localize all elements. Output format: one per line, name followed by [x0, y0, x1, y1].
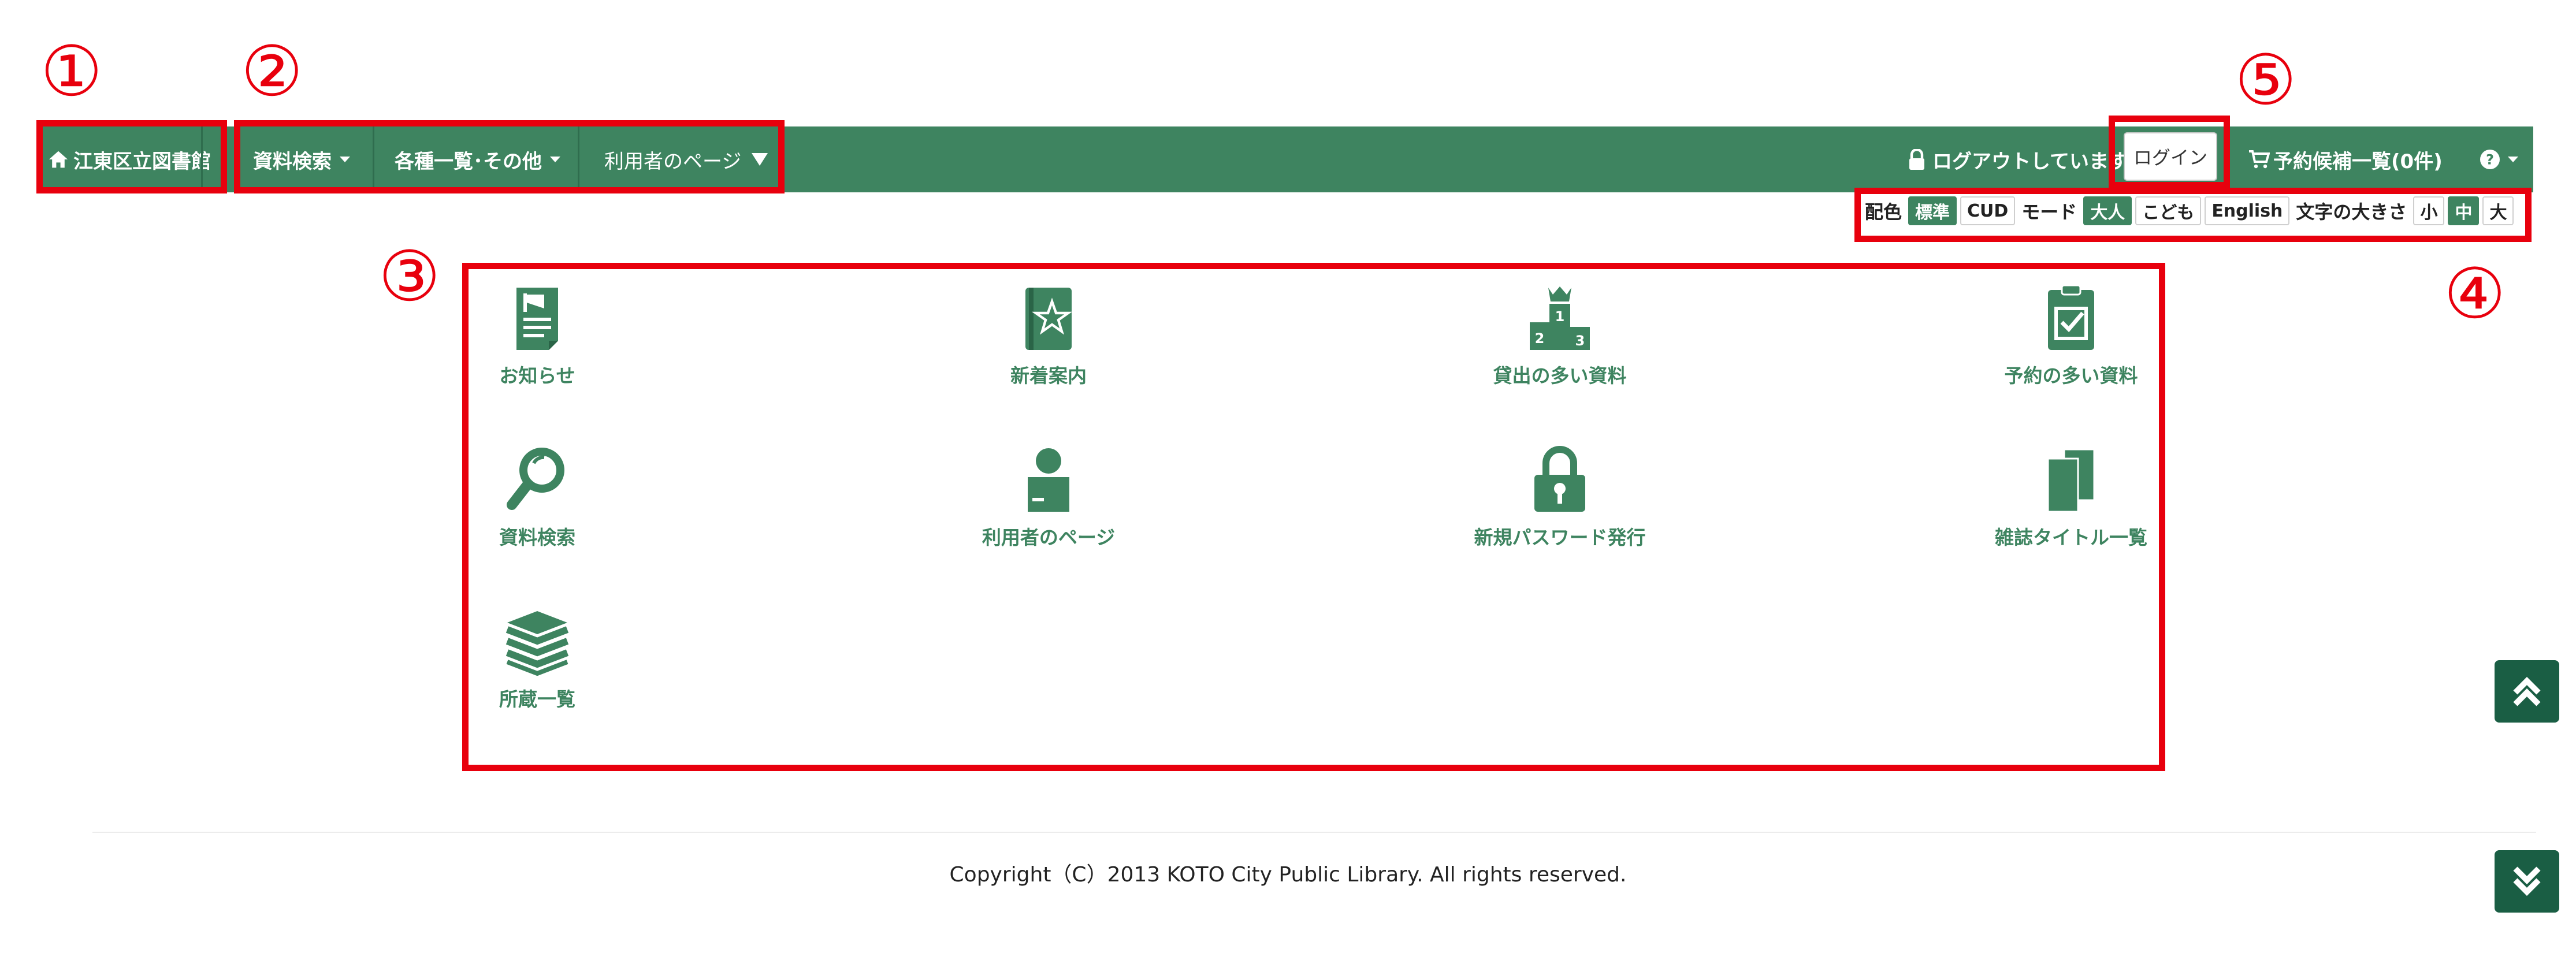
annotation-box-3: [462, 263, 2165, 771]
scroll-bottom-button[interactable]: [2495, 850, 2559, 913]
cart-icon: [2249, 150, 2270, 169]
annotation-number-5: ⑤: [2235, 40, 2297, 121]
help-icon: ?: [2480, 150, 2500, 169]
svg-text:?: ?: [2486, 152, 2494, 168]
annotation-box-2: [234, 120, 785, 193]
logout-status-label: ログアウトしています: [1932, 150, 2128, 173]
scroll-top-button[interactable]: [2495, 660, 2559, 723]
reservation-cart-link[interactable]: 予約候補一覧(0件): [2249, 126, 2443, 192]
double-chevron-down-icon: [2513, 866, 2541, 896]
cart-label: 予約候補一覧(0件): [2273, 150, 2443, 173]
help-menu[interactable]: ?: [2480, 126, 2518, 192]
footer-divider: [92, 832, 2536, 833]
annotation-number-3: ③: [378, 237, 441, 317]
double-chevron-up-icon: [2513, 676, 2541, 706]
annotation-box-1: [36, 120, 227, 193]
logout-status: ログアウトしています: [1908, 126, 2128, 192]
lock-icon: [1909, 149, 1924, 170]
annotation-number-1: ①: [40, 32, 103, 112]
annotation-box-4: [1854, 188, 2532, 242]
copyright-text: Copyright（C）2013 KOTO City Public Librar…: [949, 863, 1627, 887]
chevron-down-icon: [2508, 157, 2518, 162]
annotation-number-4: ④: [2444, 254, 2506, 334]
annotation-box-5: [2109, 116, 2230, 188]
annotation-number-2: ②: [241, 32, 303, 112]
